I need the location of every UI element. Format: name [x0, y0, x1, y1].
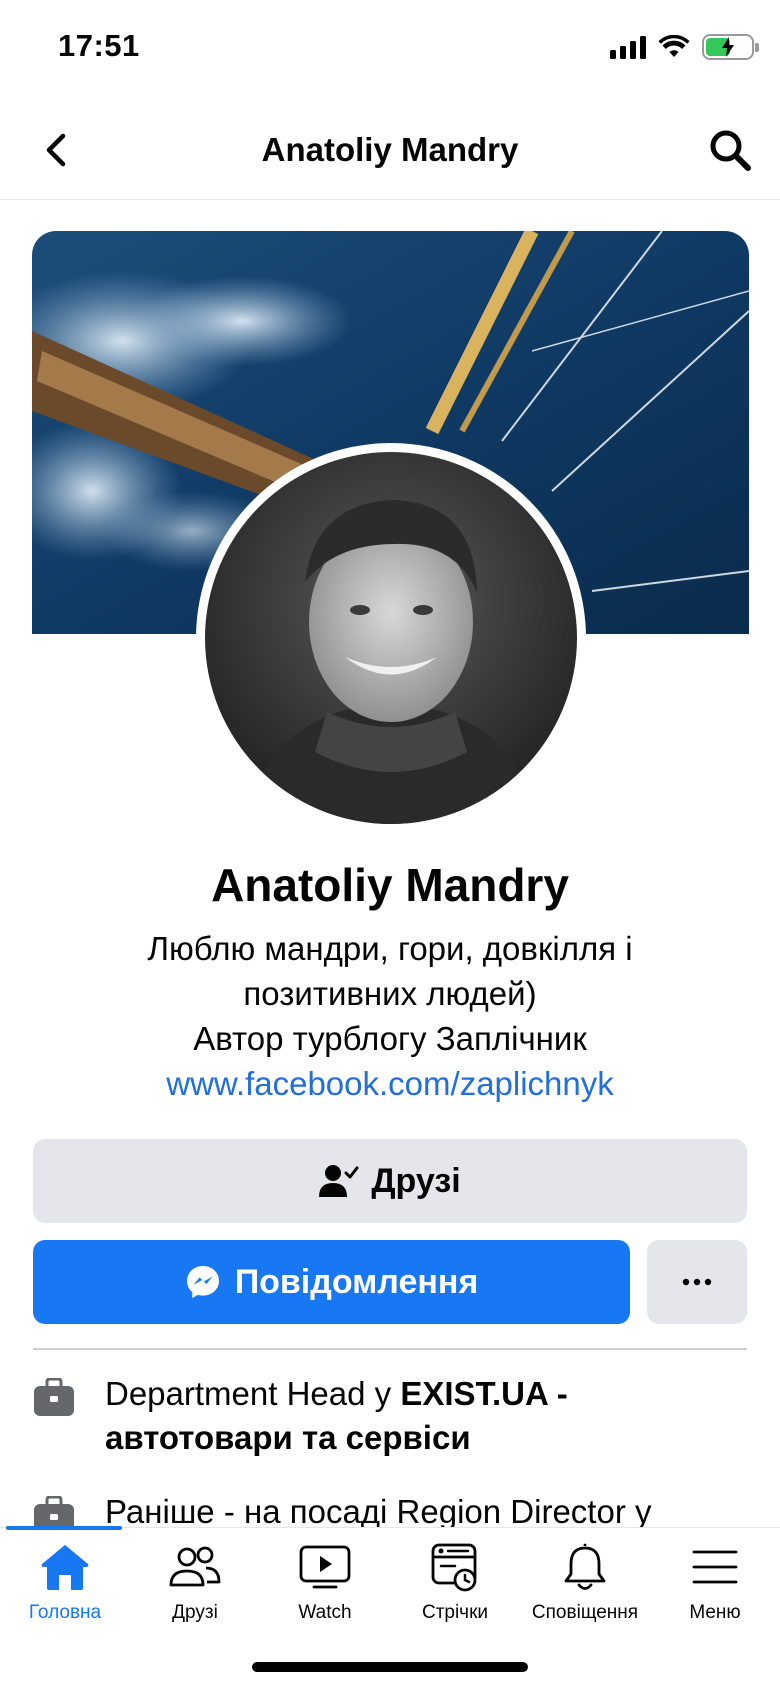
watch-icon: [299, 1545, 351, 1589]
messenger-icon: [186, 1266, 219, 1298]
profile-name: Anatoliy Mandry: [211, 859, 569, 911]
search-icon: [710, 130, 751, 171]
status-bar: 17:51: [0, 0, 780, 100]
friends-icon: [169, 1546, 221, 1587]
search-button[interactable]: [702, 122, 758, 178]
message-button-label: Повідомлення: [234, 1262, 479, 1301]
home-indicator: [252, 1662, 528, 1672]
profile-link[interactable]: www.facebook.com/zaplichnyk: [60, 1061, 720, 1106]
status-time: 17:51: [58, 28, 140, 63]
tab-label: Watch: [298, 1602, 352, 1623]
tab-friends[interactable]: Друзі: [130, 1538, 260, 1624]
feeds-icon: [431, 1543, 477, 1592]
briefcase-icon: [34, 1378, 74, 1416]
work-item[interactable]: Department Head у EXIST.UA - автотовари …: [33, 1372, 747, 1460]
bio-line: Люблю мандри, гори, довкілля і: [147, 930, 633, 967]
work-item[interactable]: Раніше - на посаді Region Director у: [33, 1490, 747, 1528]
tab-label: Головна: [28, 1602, 102, 1623]
friend-check-icon: [319, 1165, 359, 1197]
work-prefix: Department Head у: [105, 1375, 401, 1412]
bio-line: позитивних людей): [243, 975, 537, 1012]
tab-watch[interactable]: Watch: [260, 1538, 390, 1624]
menu-icon: [692, 1550, 738, 1584]
tab-notifications[interactable]: Сповіщення: [520, 1538, 650, 1624]
page-title: Anatoliy Mandry: [261, 131, 519, 168]
tab-label: Сповіщення: [531, 1602, 639, 1623]
wifi-icon: [658, 35, 690, 57]
briefcase-icon: [34, 1496, 74, 1528]
message-button[interactable]: Повідомлення: [33, 1240, 630, 1324]
avatar: [205, 452, 577, 824]
more-options-button[interactable]: [647, 1240, 747, 1324]
tab-menu[interactable]: Меню: [650, 1538, 780, 1624]
work-text: Department Head у EXIST.UA - автотовари …: [105, 1372, 747, 1460]
friends-button[interactable]: Друзі: [33, 1139, 747, 1223]
profile-picture[interactable]: [196, 443, 586, 833]
tab-feeds[interactable]: Стрічки: [390, 1538, 520, 1624]
active-tab-indicator: [6, 1526, 122, 1530]
details-list: Department Head у EXIST.UA - автотовари …: [0, 1360, 780, 1528]
status-icons: [610, 34, 759, 60]
cellular-signal-icon: [610, 35, 646, 59]
divider: [33, 1348, 747, 1350]
battery-icon: [702, 34, 759, 60]
more-icon: [682, 1278, 712, 1286]
tab-label: Меню: [689, 1602, 741, 1623]
bio-line: Автор турблогу Заплічник: [193, 1020, 587, 1057]
tab-label: Стрічки: [421, 1602, 489, 1623]
work-text: Раніше - на посаді Region Director у: [105, 1490, 651, 1528]
nav-bar: Anatoliy Mandry: [0, 100, 780, 200]
tab-home[interactable]: Головна: [0, 1538, 130, 1624]
tab-label: Друзі: [172, 1602, 218, 1623]
work-prefix: Раніше - на посаді Region Director у: [105, 1493, 652, 1528]
profile-bio: Люблю мандри, гори, довкілля і позитивни…: [60, 926, 720, 1106]
bell-icon: [564, 1543, 606, 1590]
home-icon: [41, 1545, 89, 1590]
friends-button-label: Друзі: [371, 1161, 461, 1200]
